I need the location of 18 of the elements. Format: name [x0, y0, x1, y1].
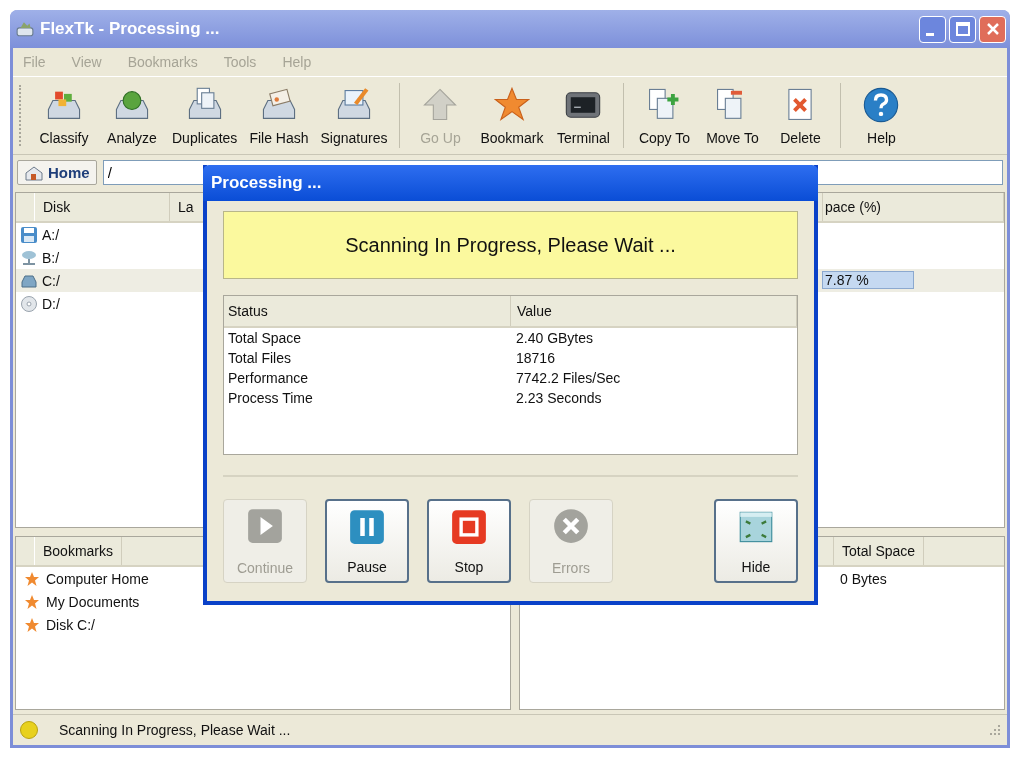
disk-name: B:/ — [42, 249, 60, 266]
status-text: Scanning In Progress, Please Wait ... — [59, 722, 291, 738]
progress-message: Scanning In Progress, Please Wait ... — [223, 211, 798, 279]
table-cell-text: 2.40 GBytes — [515, 329, 595, 348]
window-title: FlexTk - Processing ... — [40, 19, 220, 39]
table-cell-text: Performance — [227, 369, 310, 388]
table-cell-text: Process Time — [227, 389, 314, 408]
dialog-title: Processing ... — [203, 165, 818, 201]
table-cell-text: Total Files — [227, 349, 293, 368]
disk-name: D:/ — [42, 295, 60, 312]
table-cell-text: 2.23 Seconds — [515, 389, 603, 408]
table-cell-text: 18716 — [515, 349, 556, 368]
space-bar: 7.87 % — [822, 271, 914, 289]
disk-name: A:/ — [42, 226, 60, 243]
table-cell-text: Total Space — [227, 329, 303, 348]
disk-name: C:/ — [42, 272, 60, 289]
table-cell-text: 7742.2 Files/Sec — [515, 369, 622, 388]
table-cell: 0 Bytes — [840, 571, 887, 587]
